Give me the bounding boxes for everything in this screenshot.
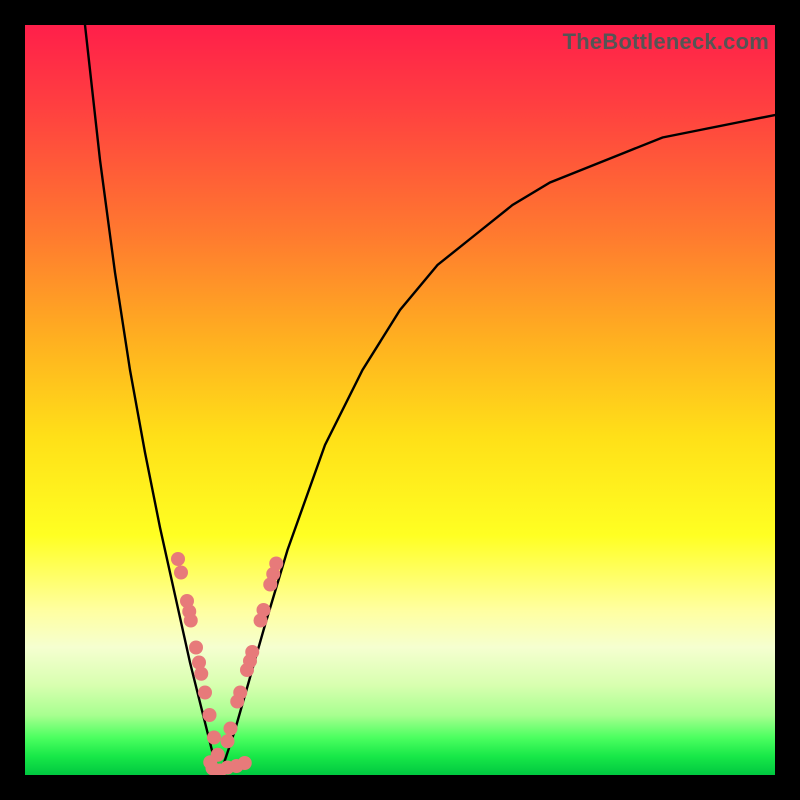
plot-area: TheBottleneck.com bbox=[25, 25, 775, 775]
curve-layer bbox=[85, 25, 775, 775]
data-point bbox=[171, 552, 185, 566]
data-point bbox=[245, 645, 259, 659]
data-point bbox=[221, 734, 235, 748]
data-point bbox=[203, 708, 217, 722]
data-point bbox=[238, 756, 252, 770]
chart-svg bbox=[25, 25, 775, 775]
data-point bbox=[194, 667, 208, 681]
data-point bbox=[257, 603, 271, 617]
data-point bbox=[189, 641, 203, 655]
data-point bbox=[198, 686, 212, 700]
data-point bbox=[269, 557, 283, 571]
data-point bbox=[174, 566, 188, 580]
chart-frame: TheBottleneck.com bbox=[0, 0, 800, 800]
curve-right-limb bbox=[220, 115, 775, 775]
data-point bbox=[233, 686, 247, 700]
data-point bbox=[224, 722, 238, 736]
data-point bbox=[207, 731, 221, 745]
dot-layer bbox=[171, 552, 283, 775]
data-point bbox=[184, 614, 198, 628]
watermark-text: TheBottleneck.com bbox=[563, 29, 769, 55]
